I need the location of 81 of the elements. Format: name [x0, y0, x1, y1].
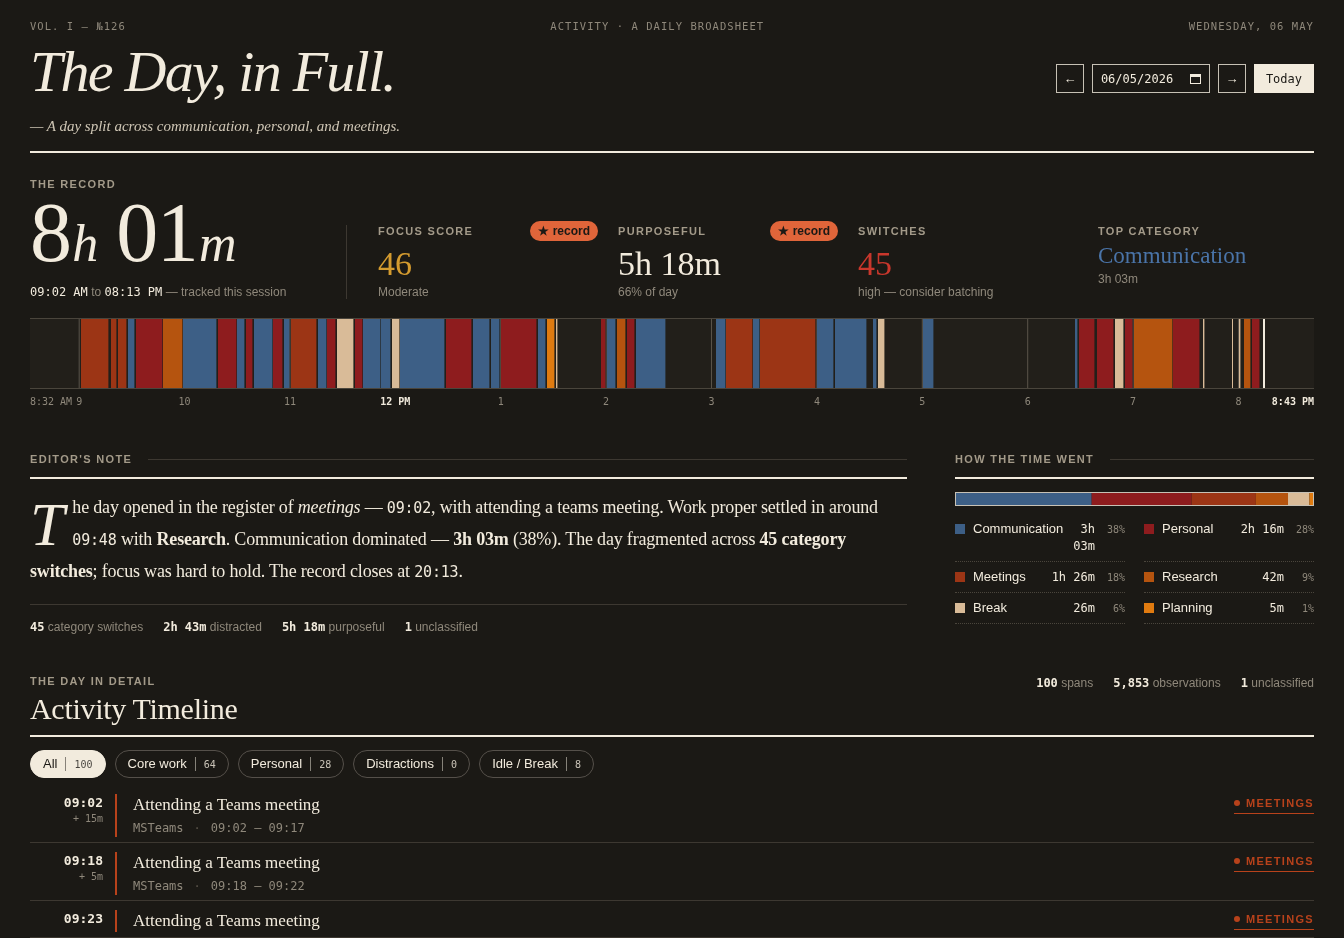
span-meta: MSTeams · 09:02 — 09:17	[133, 820, 305, 837]
span-meta: MSTeams · 09:18 — 09:22	[133, 878, 305, 895]
span-duration: + 15m	[72, 812, 103, 826]
stat-label: SWITCHES	[858, 223, 927, 239]
axis-label: 2	[603, 395, 610, 409]
axis-label: 6	[1024, 395, 1031, 409]
category-share: 38%	[1105, 523, 1125, 537]
stat-label: FOCUS SCORE	[378, 223, 474, 239]
axis-label: 3	[708, 395, 715, 409]
span-start-time: 09:02	[63, 794, 103, 812]
count-stat: 5,853 observations	[1113, 675, 1221, 691]
axis-label: 8:43 PM	[1271, 395, 1314, 409]
category-name: Meetings	[973, 568, 1026, 586]
summary-stat: 45 category switches	[30, 619, 144, 635]
category-share: 18%	[1105, 571, 1125, 585]
summary-stat: 5h 18m purposeful	[281, 619, 385, 635]
category-duration: 42m	[1262, 569, 1284, 586]
section-label: THE RECORD	[30, 177, 116, 191]
category-duration: 5m	[1269, 600, 1284, 617]
axis-label: 5	[919, 395, 926, 409]
span-duration: + 5m	[78, 870, 103, 884]
category-duration: 2h 16m	[1240, 521, 1284, 538]
stat-label: TOP CATEGORY	[1098, 223, 1201, 239]
record-badge: ★ record	[770, 221, 838, 241]
section-label: EDITOR'S NOTE	[30, 451, 133, 467]
category-name: Communication	[973, 520, 1064, 538]
span-title: Attending a Teams meeting	[133, 852, 320, 874]
axis-label: 9	[76, 395, 83, 409]
session-range: 09:02 AM to 08:13 PM — tracked this session	[30, 284, 287, 300]
category-name: Research	[1162, 568, 1218, 586]
next-day-button[interactable]: →	[1217, 64, 1246, 93]
record-badge: ★ record	[530, 221, 598, 241]
summary-stat: 1 unclassified	[404, 619, 478, 635]
dateline: WEDNESDAY, 06 MAY	[1188, 19, 1314, 35]
category-share: 9%	[1300, 571, 1314, 585]
axis-label: 11	[283, 395, 296, 409]
axis-label: 12 PM	[380, 395, 411, 409]
page-title: The Day, in Full.	[30, 39, 396, 105]
category-name: Break	[973, 599, 1007, 617]
category-duration: 26m	[1073, 600, 1095, 617]
previous-day-button[interactable]: ←	[1055, 64, 1084, 93]
axis-label: 10	[178, 395, 191, 409]
span-title: Attending a Teams meeting	[133, 794, 320, 816]
axis-label: 7	[1130, 395, 1137, 409]
axis-label: 4	[813, 395, 820, 409]
date-field[interactable]: 06/05/2026	[1091, 64, 1210, 93]
span-title: Attending a Teams meeting	[133, 910, 320, 932]
section-title: ACTIVITY · A DAILY BROADSHEET	[550, 19, 765, 35]
axis-label: 8:32 AM	[30, 395, 73, 409]
page-subtitle: — A day split across communication, personal, and meetings.	[30, 117, 401, 136]
axis-label: 8	[1235, 395, 1242, 409]
count-stat: 100 spans	[1036, 675, 1094, 691]
total-duration: 8h 01m	[30, 193, 237, 273]
span-start-time: 09:18	[63, 852, 103, 870]
category-duration: 1h 26m	[1051, 569, 1095, 586]
category-name: Planning	[1162, 599, 1213, 617]
category-name: Personal	[1162, 520, 1214, 538]
stat-note: 3h 03m	[1098, 271, 1139, 287]
count-stat: 1 unclassified	[1240, 675, 1314, 691]
stat-label: PURPOSEFUL	[618, 223, 707, 239]
summary-stat: 2h 43m distracted	[163, 619, 262, 635]
span-start-time: 09:23	[63, 910, 103, 928]
section-heading: Activity Timeline	[30, 692, 238, 726]
today-button[interactable]: Today	[1253, 64, 1314, 93]
category-share: 1%	[1300, 602, 1314, 616]
stat-value: 5h 18m	[618, 245, 721, 283]
stat-note: Moderate	[378, 284, 429, 300]
category-duration: 3h 03m	[1072, 521, 1095, 555]
stat-value: Communication	[1098, 242, 1247, 270]
stat-note: high — consider batching	[858, 284, 994, 300]
section-label: THE DAY IN DETAIL	[30, 674, 156, 688]
section-label: HOW THE TIME WENT	[955, 451, 1095, 467]
filter-pill[interactable]: All 100	[30, 750, 106, 778]
axis-label: 1	[497, 395, 504, 409]
issue-number: VOL. I — №126	[30, 19, 126, 35]
stat-value: 46	[378, 245, 412, 283]
stat-note: 66% of day	[618, 284, 679, 300]
calendar-icon	[1189, 73, 1201, 84]
category-share: 6%	[1111, 602, 1125, 616]
stat-value: 45	[858, 245, 892, 283]
category-share: 28%	[1294, 523, 1314, 537]
